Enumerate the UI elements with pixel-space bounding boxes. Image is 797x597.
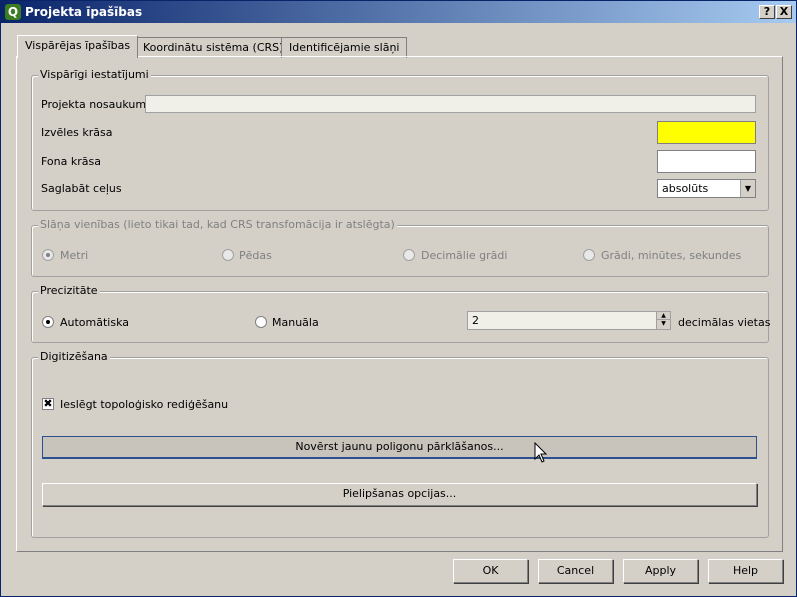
project-properties-dialog: Q Projekta īpašības ? X Vispārējas īpašī… [0,0,797,597]
ok-button[interactable]: OK [453,559,528,583]
spin-down-icon[interactable]: ▼ [657,320,670,328]
units-decimal-degrees-radio[interactable] [403,249,415,261]
qgis-logo-icon: Q [5,4,21,20]
topology-checkbox[interactable]: ✖ [42,398,54,410]
avoid-overlap-button[interactable]: Novērst jaunu poligonu pārklāšanos... [42,436,757,459]
group-title: Vispārīgi iestatījumi [38,68,151,81]
title-bar: Q Projekta īpašības ? X [1,1,796,23]
save-paths-label: Saglabāt ceļus [41,182,122,195]
decimal-places-value: 2 [472,314,479,327]
tab-general[interactable]: Vispārējas īpašības [17,35,139,58]
units-feet-radio[interactable] [222,249,234,261]
units-feet-label: Pēdas [239,249,272,262]
background-color-label: Fona krāsa [41,155,101,168]
precision-manual-radio[interactable] [255,316,267,328]
units-decimal-degrees-label: Decimālie grādi [421,249,508,262]
cancel-button[interactable]: Cancel [538,559,613,583]
project-name-label: Projekta nosaukums [41,98,152,111]
units-dms-label: Grādi, minūtes, sekundes [601,249,742,262]
spin-up-icon[interactable]: ▲ [657,312,670,320]
window-title: Projekta īpašības [25,5,143,19]
group-title: Digitizēšana [38,350,110,363]
mouse-cursor-icon [534,442,548,463]
topology-label: Ieslēgt topoloģisko rediģēšanu [60,398,229,411]
close-title-button[interactable]: X [776,5,792,19]
precision-auto-label: Automātiska [60,316,130,329]
precision-auto-radio[interactable] [42,316,54,328]
units-meters-label: Metri [60,249,89,262]
save-paths-value: absolūts [662,182,709,195]
chevron-down-icon[interactable]: ▼ [740,180,755,197]
tab-identifiable-layers[interactable]: Identificējamie slāņi [281,37,408,58]
selection-color-label: Izvēles krāsa [41,126,113,139]
group-title: Precizitāte [38,284,100,297]
apply-button[interactable]: Apply [623,559,698,583]
save-paths-select[interactable]: absolūts ▼ [657,179,756,198]
group-title: Slāņa vienības (lieto tikai tad, kad CRS… [38,218,397,231]
snapping-options-button[interactable]: Pielipšanas opcijas... [42,483,757,506]
background-color-button[interactable] [657,150,756,173]
decimal-places-suffix: decimālas vietas [678,316,771,329]
help-title-button[interactable]: ? [759,5,775,19]
spin-buttons: ▲ ▼ [656,312,670,329]
help-button[interactable]: Help [708,559,783,583]
tab-crs[interactable]: Koordinātu sistēma (CRS) [135,37,292,58]
decimal-places-spinbox[interactable]: 2 ▲ ▼ [467,311,671,330]
precision-manual-label: Manuāla [272,316,319,329]
selection-color-button[interactable] [657,121,756,144]
units-dms-radio[interactable] [583,249,595,261]
units-meters-radio[interactable] [42,249,54,261]
project-name-input[interactable] [145,95,756,113]
